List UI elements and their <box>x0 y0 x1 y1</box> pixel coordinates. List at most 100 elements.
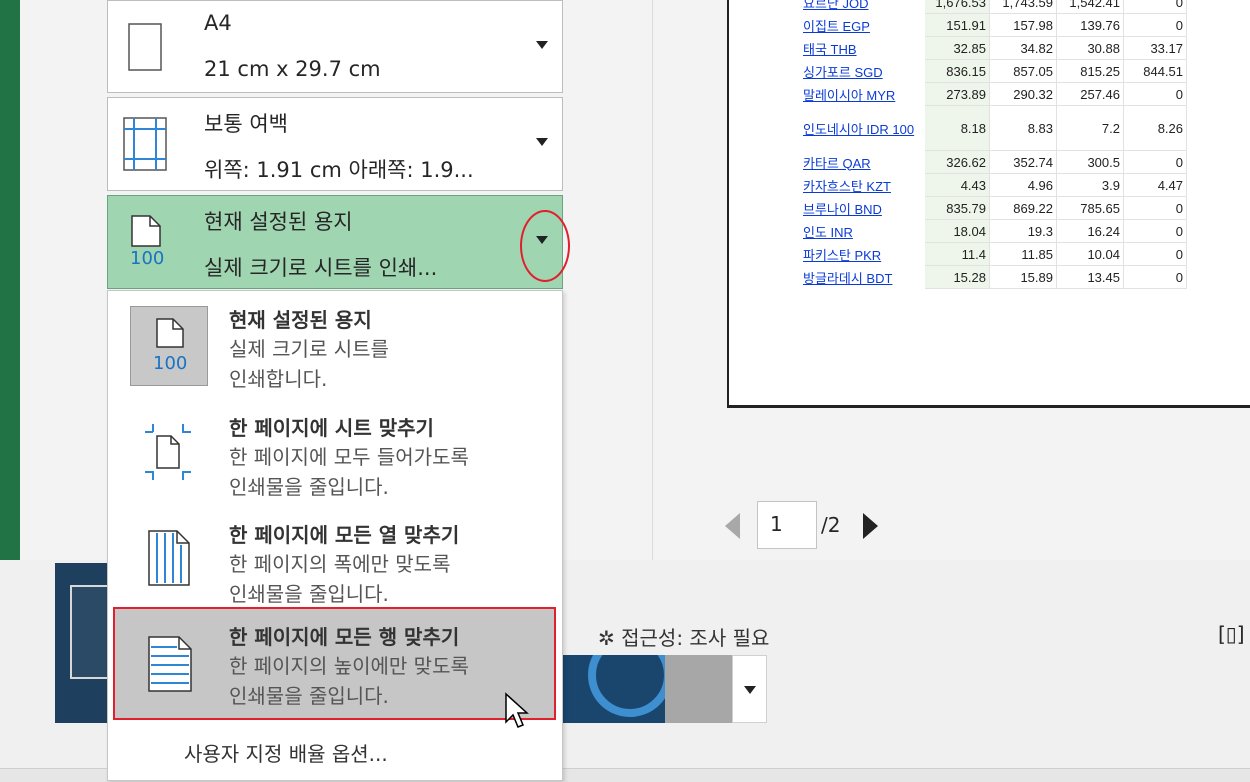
rate-cell: 857.05 <box>989 59 1057 83</box>
focus-icon[interactable]: [▯] <box>1218 622 1245 646</box>
rate-cell: 34.82 <box>989 36 1057 60</box>
excel-green-sidebar <box>0 0 20 560</box>
thumbnail-image <box>665 655 732 723</box>
margins-subtitle: 위쪽: 1.91 cm 아래쪽: 1.9... <box>204 158 474 182</box>
currency-link[interactable]: 파키스탄 PKR <box>799 242 925 266</box>
margins-title: 보통 여백 <box>204 112 288 136</box>
currency-link[interactable]: 인도 INR <box>799 219 925 243</box>
option-title: 현재 설정된 용지 <box>229 308 372 332</box>
rate-cell: 815.25 <box>1056 59 1124 83</box>
accessibility-status[interactable]: ✲ 접근성: 조사 필요 <box>598 622 769 651</box>
rate-cell: 785.65 <box>1056 196 1124 220</box>
rate-cell: 836.15 <box>924 59 990 83</box>
rate-cell: 0 <box>1123 265 1187 289</box>
chevron-down-icon <box>536 41 548 49</box>
table-row: 싱가포르 SGD 836.15 857.05 815.25 844.51 <box>799 59 1187 83</box>
mouse-cursor-icon <box>505 692 529 728</box>
rate-cell: 257.46 <box>1056 82 1124 106</box>
currency-link[interactable]: 브루나이 BND <box>799 196 925 220</box>
table-row: 카자흐스탄 KZT 4.43 4.96 3.9 4.47 <box>799 173 1187 197</box>
option-fit-sheet-one-page[interactable]: 한 페이지에 시트 맞추기 한 페이지에 모두 들어가도록 인쇄물을 줄입니다. <box>113 404 556 511</box>
option-description: 한 페이지의 폭에만 맞도록 인쇄물을 줄입니다. <box>229 552 451 606</box>
scaling-dropdown-menu: 100 현재 설정된 용지 실제 크기로 시트를 인쇄합니다. 한 페이지에 시트… <box>107 290 563 781</box>
currency-link[interactable]: 카타르 QAR <box>799 150 925 174</box>
accessibility-label: 접근성: 조사 필요 <box>621 626 770 650</box>
rate-cell: 11.4 <box>924 242 990 266</box>
thumbnail-dropdown[interactable] <box>732 655 767 723</box>
currency-link[interactable]: 이집트 EGP <box>799 13 925 37</box>
rate-cell: 273.89 <box>924 82 990 106</box>
table-row: 방글라데시 BDT 15.28 15.89 13.45 0 <box>799 265 1187 289</box>
table-row: 말레이시아 MYR 273.89 290.32 257.46 0 <box>799 82 1187 106</box>
option-description: 한 페이지에 모두 들어가도록 인쇄물을 줄입니다. <box>229 445 469 499</box>
fit-rows-icon <box>148 636 192 692</box>
rate-cell: 4.47 <box>1123 173 1187 197</box>
circle-logo-icon <box>588 633 672 717</box>
chevron-down-icon <box>536 138 548 146</box>
custom-scaling-options[interactable]: 사용자 지정 배율 옵션... <box>184 738 388 767</box>
rate-cell: 1,676.53 <box>924 0 990 14</box>
rate-cell: 4.96 <box>989 173 1057 197</box>
scaling-subtitle: 실제 크기로 시트를 인쇄... <box>204 256 438 280</box>
margins-setting[interactable]: 보통 여백 위쪽: 1.91 cm 아래쪽: 1.9... <box>107 97 563 191</box>
currency-link[interactable]: 싱가포르 SGD <box>799 59 925 83</box>
rate-cell: 352.74 <box>989 150 1057 174</box>
rate-cell: 33.17 <box>1123 36 1187 60</box>
currency-link[interactable]: 태국 THB <box>799 36 925 60</box>
page-icon <box>131 215 161 247</box>
option-fit-columns-one-page[interactable]: 한 페이지에 모든 열 맞추기 한 페이지의 폭에만 맞도록 인쇄물을 줄입니다. <box>113 511 556 618</box>
rate-cell: 11.85 <box>989 242 1057 266</box>
scaling-setting[interactable]: 100 현재 설정된 용지 실제 크기로 시트를 인쇄... <box>107 195 563 289</box>
rate-cell: 13.45 <box>1056 265 1124 289</box>
fit-columns-icon <box>148 530 190 586</box>
rate-cell: 0 <box>1123 196 1187 220</box>
page-navigator: 1 /2 <box>725 501 925 551</box>
rate-cell: 15.89 <box>989 265 1057 289</box>
rate-cell: 869.22 <box>989 196 1057 220</box>
table-row: 카타르 QAR 326.62 352.74 300.5 0 <box>799 150 1187 174</box>
scale-100-label: 100 <box>153 353 188 374</box>
currency-link[interactable]: 방글라데시 BDT <box>799 265 925 289</box>
rate-cell: 18.04 <box>924 219 990 243</box>
option-no-scaling[interactable]: 100 현재 설정된 용지 실제 크기로 시트를 인쇄합니다. <box>113 296 556 403</box>
rate-cell: 1,542.41 <box>1056 0 1124 14</box>
rate-cell: 32.85 <box>924 36 990 60</box>
fit-sheet-icon <box>145 424 191 480</box>
rate-cell: 0 <box>1123 150 1187 174</box>
paper-size-setting[interactable]: A4 21 cm x 29.7 cm <box>107 0 563 93</box>
rate-cell: 4.43 <box>924 173 990 197</box>
currency-link[interactable]: 말레이시아 MYR <box>799 82 925 106</box>
chevron-down-icon <box>744 686 756 694</box>
rate-cell: 1,743.59 <box>989 0 1057 14</box>
previous-page-button[interactable] <box>725 513 740 539</box>
option-description: 한 페이지의 높이에만 맞도록 인쇄물을 줄입니다. <box>229 654 469 708</box>
rate-cell: 16.24 <box>1056 219 1124 243</box>
rate-cell: 139.76 <box>1056 13 1124 37</box>
table-row: 태국 THB 32.85 34.82 30.88 33.17 <box>799 36 1187 60</box>
rate-cell: 30.88 <box>1056 36 1124 60</box>
rate-cell: 326.62 <box>924 150 990 174</box>
thumbnail-image <box>560 633 672 723</box>
currency-link[interactable]: 요르단 JOD <box>799 0 925 14</box>
page-number-input[interactable]: 1 <box>757 501 817 549</box>
currency-link[interactable]: 인도네시아 IDR 100 <box>799 105 925 151</box>
option-fit-rows-one-page[interactable]: 한 페이지에 모든 행 맞추기 한 페이지의 높이에만 맞도록 인쇄물을 줄입니다… <box>113 607 556 720</box>
currency-link[interactable]: 카자흐스탄 KZT <box>799 173 925 197</box>
rate-cell: 8.26 <box>1123 105 1187 151</box>
option-title: 한 페이지에 모든 행 맞추기 <box>229 625 460 649</box>
margins-icon <box>123 117 167 171</box>
rate-cell: 19.3 <box>989 219 1057 243</box>
rate-cell: 10.04 <box>1056 242 1124 266</box>
rate-cell: 0 <box>1123 0 1187 14</box>
rate-cell: 0 <box>1123 13 1187 37</box>
rate-cell: 835.79 <box>924 196 990 220</box>
scale-100-label: 100 <box>130 248 165 269</box>
paper-size-subtitle: 21 cm x 29.7 cm <box>204 57 381 81</box>
rate-cell: 8.83 <box>989 105 1057 151</box>
preview-page: 요르단 JOD 1,676.53 1,743.59 1,542.41 0 이집트 EGP 1… <box>727 0 1250 408</box>
option-icon-frame: 100 <box>130 306 208 386</box>
scaling-title: 현재 설정된 용지 <box>204 210 353 234</box>
next-page-button[interactable] <box>863 513 878 539</box>
preview-table: 요르단 JOD 1,676.53 1,743.59 1,542.41 0 이집트 EGP 1… <box>799 0 1187 289</box>
page-icon <box>156 318 184 348</box>
